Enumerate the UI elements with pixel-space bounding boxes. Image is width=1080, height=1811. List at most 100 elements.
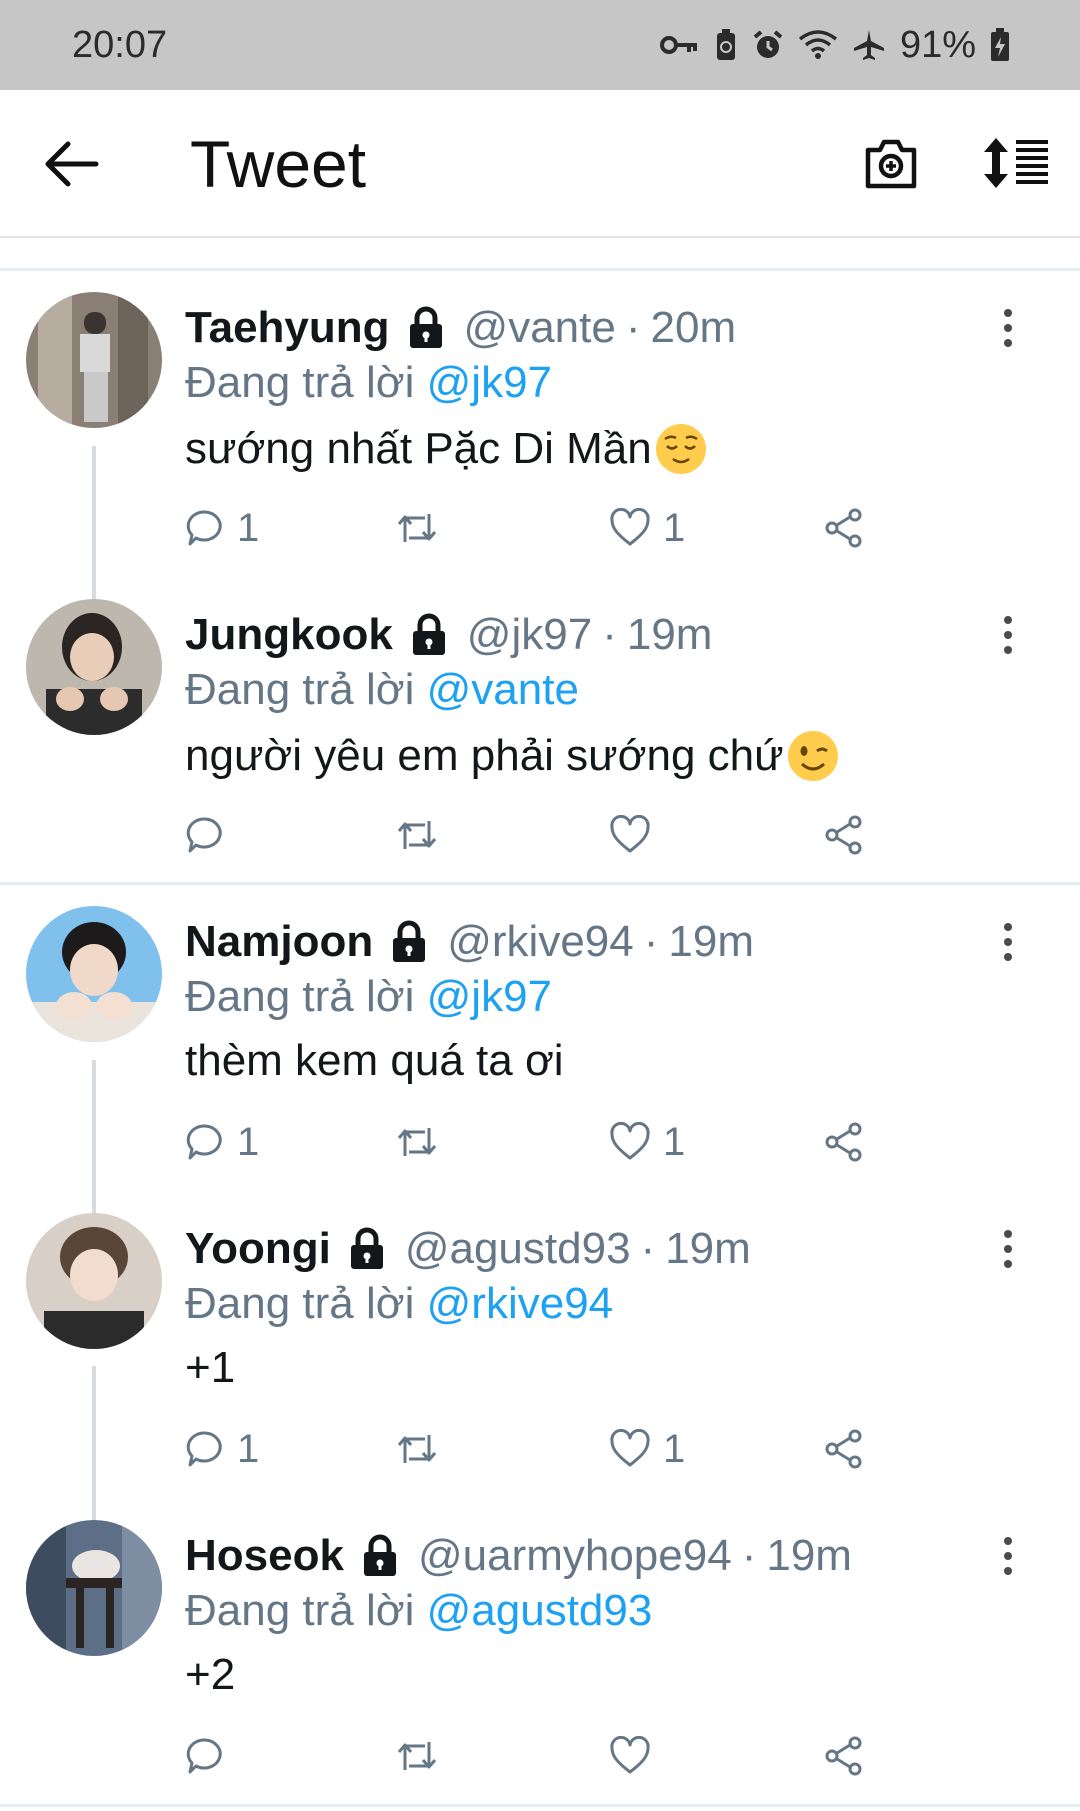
share-button[interactable]	[823, 1114, 865, 1170]
protected-lock-icon	[393, 920, 426, 962]
avatar[interactable]	[26, 906, 162, 1042]
handle[interactable]: @agustd93	[405, 1224, 631, 1274]
replying-to: Đang trả lời @rkive94	[185, 1279, 613, 1329]
back-arrow-icon	[45, 141, 99, 187]
tweet-body: sướng nhất Pặc Di Mần	[185, 424, 652, 473]
protected-lock-icon	[350, 1227, 383, 1269]
like-button[interactable]: 1	[609, 1114, 685, 1170]
reply-count: 1	[237, 1426, 260, 1471]
tweet[interactable]: Namjoon @rkive94 · 19m Đang trả lời @jk9…	[0, 886, 1080, 1192]
replying-to: Đang trả lời @vante	[185, 665, 579, 715]
share-icon	[825, 1122, 862, 1162]
battery-charging-icon	[991, 28, 1009, 61]
wifi-icon	[798, 30, 838, 59]
display-name[interactable]: Taehyung	[185, 303, 390, 353]
tweet[interactable]: Taehyung @vante · 20m Đang trả lời @jk97…	[0, 272, 1080, 578]
like-count: 1	[663, 505, 686, 550]
avatar[interactable]	[26, 292, 162, 428]
more-options-button[interactable]	[996, 1534, 1020, 1578]
more-options-button[interactable]	[996, 1227, 1020, 1271]
tweet-header: Yoongi @agustd93 · 19m	[185, 1219, 751, 1279]
sort-order-icon	[984, 138, 1048, 188]
heart-icon	[610, 815, 650, 853]
replying-to: Đang trả lời @jk97	[185, 358, 552, 408]
tweet-header: Namjoon @rkive94 · 19m	[185, 912, 754, 972]
status-time: 20:07	[72, 23, 168, 66]
reply-icon	[186, 1124, 222, 1160]
handle[interactable]: @rkive94	[447, 917, 634, 967]
heart-icon	[610, 1429, 650, 1467]
tweet[interactable]: Yoongi @agustd93 · 19m Đang trả lời @rki…	[0, 1193, 1080, 1499]
tweet[interactable]: Jungkook @jk97 · 19m Đang trả lời @vante…	[0, 579, 1080, 885]
protected-lock-icon	[363, 1534, 396, 1576]
mention-link[interactable]: @jk97	[427, 972, 552, 1021]
more-options-button[interactable]	[996, 920, 1020, 964]
replying-to: Đang trả lời @jk97	[185, 972, 552, 1022]
retweet-button[interactable]	[395, 1421, 451, 1477]
tweet-text: +1	[185, 1343, 235, 1393]
separator: ·	[643, 917, 659, 966]
divider	[0, 882, 1080, 885]
avatar[interactable]	[26, 1520, 162, 1656]
reply-icon	[186, 817, 222, 853]
timestamp: 19m	[665, 1224, 751, 1273]
reply-button[interactable]	[185, 807, 237, 863]
share-button[interactable]	[823, 807, 865, 863]
tweet-text: sướng nhất Pặc Di Mần	[185, 422, 708, 476]
tweet-header: Jungkook @jk97 · 19m	[185, 605, 712, 665]
retweet-button[interactable]	[395, 500, 451, 556]
tweet[interactable]: Hoseok @uarmyhope94 · 19m Đang trả lời @…	[0, 1500, 1080, 1806]
share-icon	[825, 1429, 862, 1469]
separator: ·	[640, 1224, 656, 1273]
avatar[interactable]	[26, 1213, 162, 1349]
handle[interactable]: @vante	[464, 303, 616, 353]
more-vertical-icon	[1004, 923, 1012, 961]
timestamp: 19m	[668, 917, 754, 966]
tweet-text: thèm kem quá ta ơi	[185, 1036, 564, 1086]
retweet-button[interactable]	[395, 1728, 451, 1784]
tweet-text: người yêu em phải sướng chứ	[185, 729, 840, 783]
vpn-key-icon	[659, 36, 697, 54]
share-button[interactable]	[823, 1728, 865, 1784]
tweet-body: người yêu em phải sướng chứ	[185, 731, 784, 780]
display-name[interactable]: Jungkook	[185, 610, 393, 660]
app-bar: Tweet	[0, 90, 1080, 238]
mention-link[interactable]: @agustd93	[427, 1586, 653, 1635]
reply-button[interactable]	[185, 1728, 237, 1784]
like-button[interactable]: 1	[609, 500, 685, 556]
battery-percent: 91%	[899, 23, 976, 66]
timestamp: 19m	[626, 610, 713, 659]
like-button[interactable]	[609, 807, 663, 863]
divider	[0, 268, 1080, 271]
avatar[interactable]	[26, 599, 162, 735]
share-icon	[825, 815, 862, 855]
handle[interactable]: @uarmyhope94	[418, 1531, 732, 1581]
screenshot-button[interactable]	[862, 136, 920, 190]
display-name[interactable]: Yoongi	[185, 1224, 331, 1274]
reply-button[interactable]: 1	[185, 1421, 259, 1477]
back-button[interactable]	[44, 140, 100, 188]
reply-button[interactable]: 1	[185, 1114, 259, 1170]
more-options-button[interactable]	[996, 613, 1020, 657]
like-button[interactable]: 1	[609, 1421, 685, 1477]
mention-link[interactable]: @jk97	[427, 358, 552, 407]
retweet-button[interactable]	[395, 1114, 451, 1170]
tweet-actions: 1 1	[185, 500, 885, 556]
display-name[interactable]: Namjoon	[185, 917, 373, 967]
like-button[interactable]	[609, 1728, 663, 1784]
reply-button[interactable]: 1	[185, 500, 259, 556]
share-icon	[825, 1736, 862, 1776]
share-button[interactable]	[823, 1421, 865, 1477]
mention-link[interactable]: @vante	[427, 665, 579, 714]
alarm-icon	[753, 30, 783, 58]
more-options-button[interactable]	[996, 306, 1020, 350]
display-name[interactable]: Hoseok	[185, 1531, 344, 1581]
share-icon	[825, 508, 862, 548]
mention-link[interactable]: @rkive94	[427, 1279, 614, 1328]
reply-count: 1	[237, 505, 260, 550]
retweet-button[interactable]	[395, 807, 451, 863]
sort-button[interactable]	[982, 136, 1052, 190]
share-button[interactable]	[823, 500, 865, 556]
handle[interactable]: @jk97	[467, 610, 592, 660]
separator: ·	[602, 610, 617, 659]
